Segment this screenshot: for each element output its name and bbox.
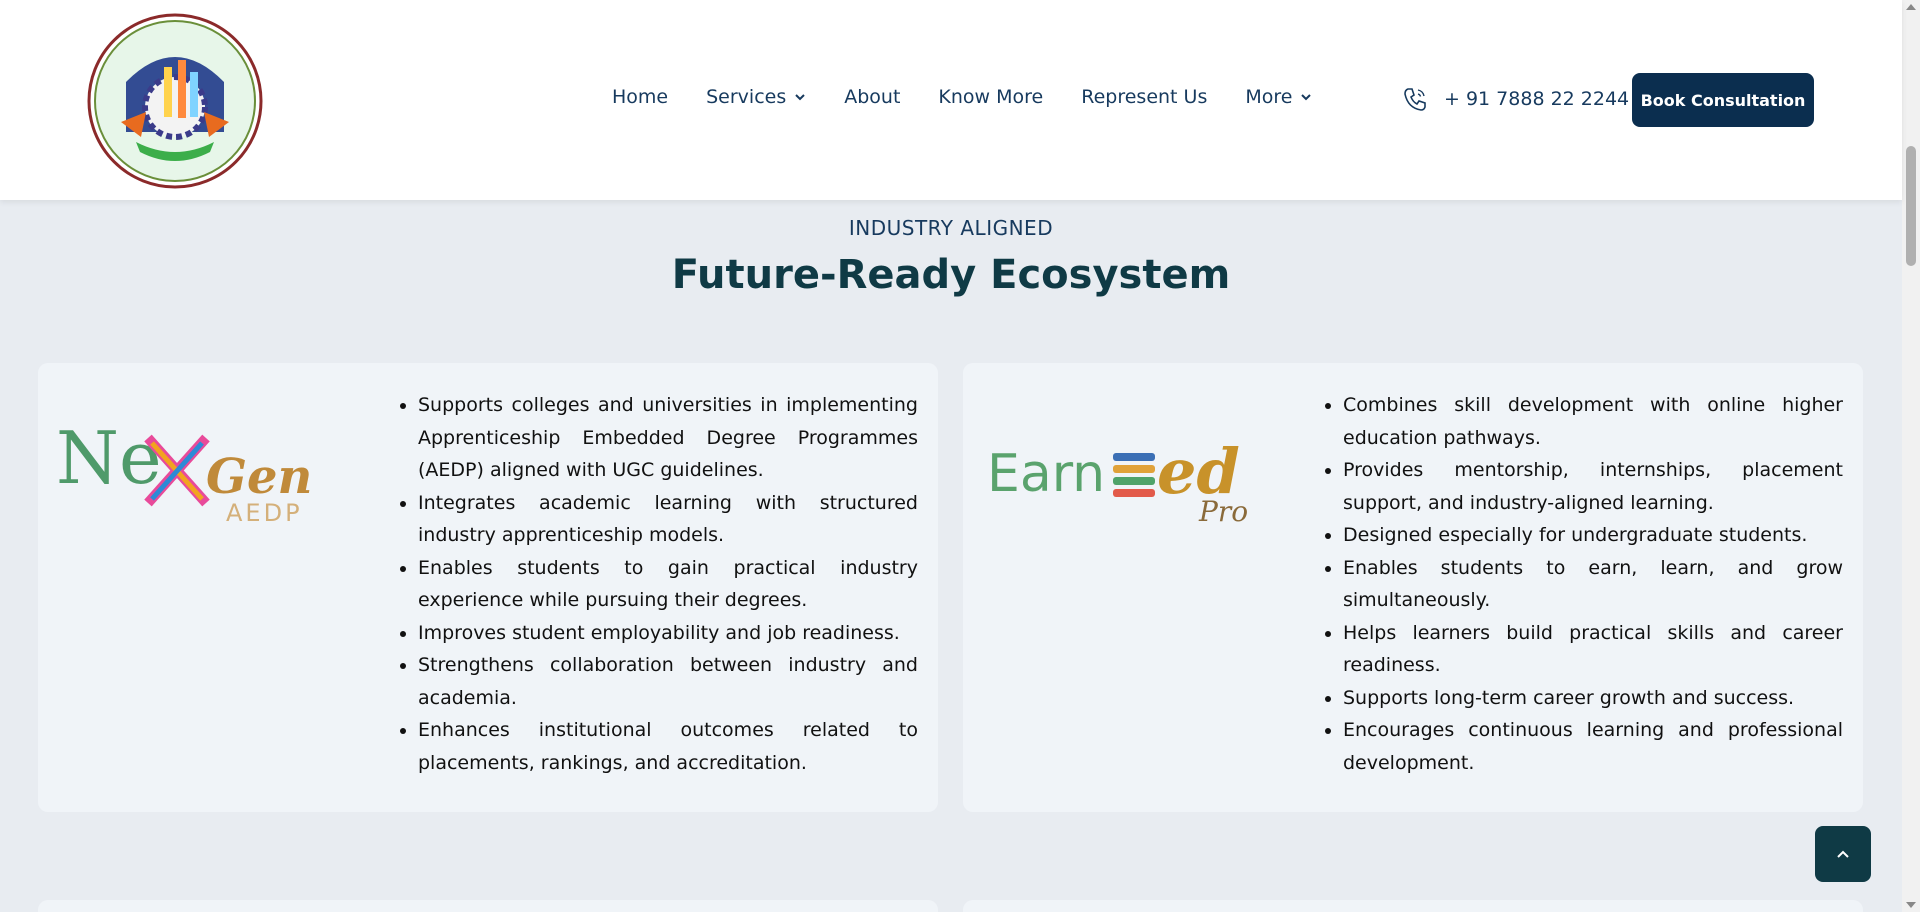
page-scrollbar[interactable]: [1902, 0, 1920, 912]
section-eyebrow: INDUSTRY ALIGNED: [848, 216, 1054, 240]
chevron-down-icon: [795, 94, 805, 101]
eso-logo-seal-icon[interactable]: [86, 12, 264, 190]
list-item: Designed especially for undergraduate st…: [1343, 519, 1843, 552]
list-item: Supports colleges and universities in im…: [418, 389, 918, 487]
next-card-right: [963, 900, 1863, 912]
chevron-down-icon: [1301, 94, 1312, 101]
nav-home[interactable]: Home: [612, 86, 668, 108]
nav-represent-us[interactable]: Represent Us: [1081, 86, 1207, 108]
phone-number: + 91 7888 22 2244: [1444, 88, 1630, 110]
phone-icon: [1404, 88, 1426, 111]
svg-text:Gen: Gen: [206, 449, 312, 505]
book-consultation-button[interactable]: Book Consultation: [1632, 73, 1814, 127]
section-title: Future-Ready Ecosystem: [671, 252, 1231, 298]
nav-label: Home: [612, 86, 669, 108]
nav-label: More: [1245, 86, 1293, 108]
nav-label: About: [844, 86, 901, 108]
list-item: Improves student employability and job r…: [418, 617, 918, 650]
nav-label: Represent Us: [1081, 86, 1208, 108]
nav-more[interactable]: More: [1245, 86, 1312, 108]
svg-text:Ne: Ne: [56, 416, 162, 500]
list-item: Supports long-term career growth and suc…: [1343, 682, 1843, 715]
scroll-up-arrow-icon[interactable]: [1906, 4, 1916, 10]
earned-pro-card: Earn ed Pro Combines skill development w…: [963, 363, 1863, 812]
svg-text:Pro: Pro: [1198, 495, 1248, 528]
nexgen-aedp-logo-icon: Ne Gen AEDP: [56, 416, 312, 527]
earned-pro-logo-icon: Earn ed Pro: [987, 435, 1248, 528]
phone-contact[interactable]: + 91 7888 22 2244: [1402, 86, 1629, 112]
back-to-top-button[interactable]: [1815, 826, 1871, 882]
list-item: Helps learners build practical skills an…: [1343, 617, 1843, 682]
nav-services[interactable]: Services: [706, 86, 806, 108]
nexgen-points: Supports colleges and universities in im…: [396, 389, 918, 779]
list-item: Encourages continuous learning and profe…: [1343, 714, 1843, 779]
scroll-thumb[interactable]: [1906, 146, 1916, 266]
nav-label: Services: [706, 86, 787, 108]
list-item: Enables students to earn, learn, and gro…: [1343, 552, 1843, 617]
list-item: Strengthens collaboration between indust…: [418, 649, 918, 714]
list-item: Combines skill development with online h…: [1343, 389, 1843, 454]
site-header: Home Services About Know More Represent …: [0, 0, 1902, 200]
list-item: Enhances institutional outcomes related …: [418, 714, 918, 779]
svg-text:AEDP: AEDP: [226, 499, 303, 527]
main-nav: Home Services About Know More Represent …: [612, 86, 1350, 108]
list-item: Provides mentorship, internships, placem…: [1343, 454, 1843, 519]
nav-about[interactable]: About: [844, 86, 900, 108]
next-card-left: [38, 900, 938, 912]
list-item: Integrates academic learning with struct…: [418, 487, 918, 552]
nav-know-more[interactable]: Know More: [938, 86, 1043, 108]
list-item: Enables students to gain practical indus…: [418, 552, 918, 617]
nexgen-card: Ne Gen AEDP Supports colleges and univer…: [38, 363, 938, 812]
nav-label: Know More: [938, 86, 1044, 108]
chevron-up-icon: [1837, 850, 1849, 858]
earned-pro-points: Combines skill development with online h…: [1321, 389, 1843, 779]
scroll-down-arrow-icon[interactable]: [1906, 902, 1916, 908]
svg-text:Earn: Earn: [987, 444, 1105, 504]
